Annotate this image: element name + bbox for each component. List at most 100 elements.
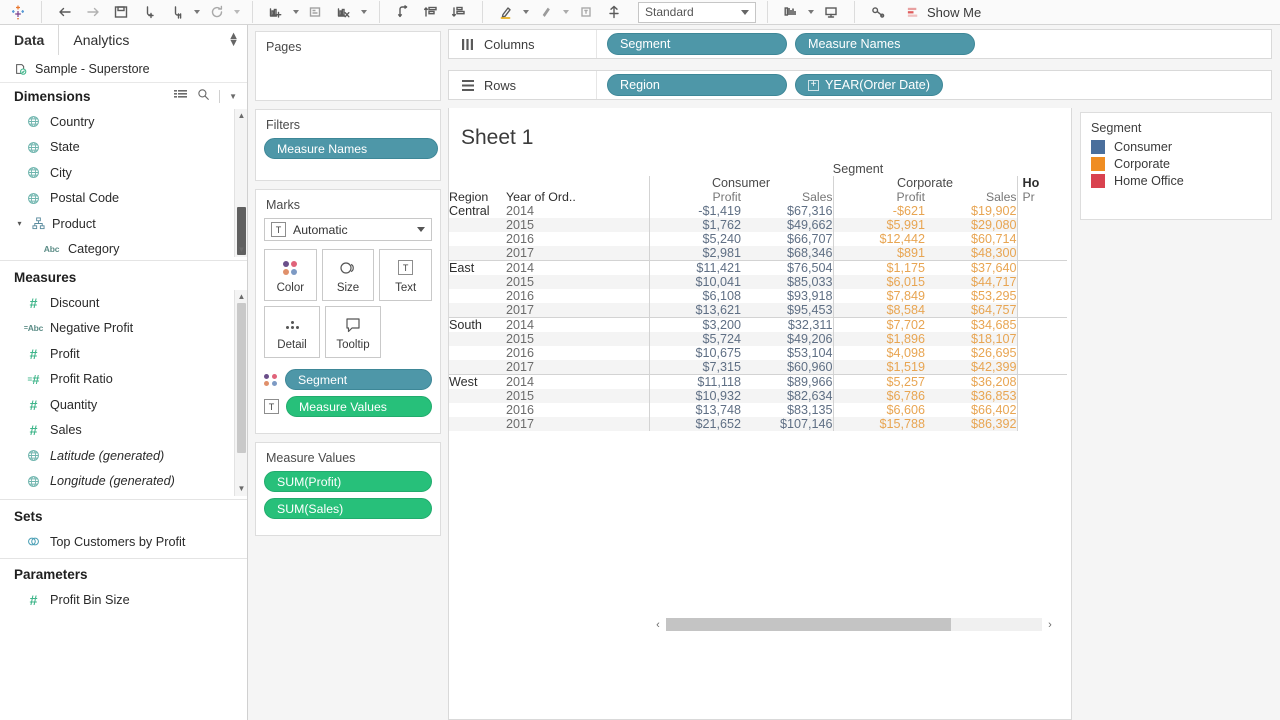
scroll-right-icon[interactable]: › [1042,619,1058,631]
show-mark-labels-icon[interactable] [572,0,600,24]
dimension-field[interactable]: Country [0,109,247,135]
table-row[interactable]: 2017 $13,621 $95,453 $8,584 $64,757 [449,303,1068,318]
text-icon[interactable]: T [264,399,279,414]
marks-type-dropdown[interactable]: T Automatic [264,218,432,241]
column-pill[interactable]: Segment [607,33,787,55]
rows-shelf[interactable]: Rows Region + YEAR(Order Date) [448,70,1272,100]
tableau-logo-icon[interactable] [4,0,32,24]
highlight-chevron-down-icon[interactable] [520,0,532,24]
show-me-button[interactable]: Show Me [906,5,981,20]
filter-pill[interactable]: Measure Names [264,138,438,159]
dimensions-scroll-down-icon[interactable]: ▼ [237,245,246,255]
dimensions-scroll-up-icon[interactable]: ▲ [237,111,246,121]
duplicate-sheet-icon[interactable] [302,0,330,24]
new-worksheet-icon[interactable] [262,0,290,24]
legend-item[interactable]: Consumer [1081,140,1271,157]
measure-header-home-office-profit-clipped[interactable]: Pr [1016,190,1068,204]
dimension-field[interactable]: Postal Code [0,186,247,212]
measure-header-consumer-sales[interactable]: Sales [741,190,833,204]
table-row[interactable]: 2015 $10,041 $85,033 $6,015 $44,717 [449,275,1068,289]
dimension-field[interactable]: City [0,160,247,186]
table-row[interactable]: 2016 $10,675 $53,104 $4,098 $26,695 [449,346,1068,360]
measure-value-pill[interactable]: SUM(Profit) [264,471,432,492]
marks-button-size[interactable]: Size [321,249,375,301]
measure-header-corporate-profit[interactable]: Profit [832,190,925,204]
refresh-chevron-down-icon[interactable] [231,0,243,24]
parameter-field[interactable]: # Profit Bin Size [0,588,247,614]
presentation-mode-icon[interactable] [777,0,805,24]
segment-header-corporate[interactable]: Corporate [832,176,1017,190]
measure-field[interactable]: Latitude (generated) [0,443,247,469]
pause-data-chevron-down-icon[interactable] [191,0,203,24]
refresh-icon[interactable] [203,0,231,24]
new-worksheet-chevron-down-icon[interactable] [290,0,302,24]
measures-scroll-down-icon[interactable]: ▼ [237,484,246,494]
swap-rows-columns-icon[interactable] [389,0,417,24]
table-row[interactable]: East 2014 $11,421 $76,504 $1,175 $37,640 [449,260,1068,275]
row-pill[interactable]: + YEAR(Order Date) [795,74,943,96]
sort-descending-icon[interactable] [445,0,473,24]
marks-button-tooltip[interactable]: Tooltip [325,306,381,358]
legend-item[interactable]: Home Office [1081,174,1271,191]
dim-header-region[interactable]: Region [449,190,506,204]
marks-button-color[interactable]: Color [264,249,317,301]
pause-data-icon[interactable] [163,0,191,24]
tab-data[interactable]: Data [0,25,60,55]
chevron-down-icon[interactable]: ▾ [14,219,25,228]
search-icon[interactable] [197,88,210,104]
measure-field[interactable]: # Profit [0,341,247,367]
table-row[interactable]: 2015 $10,932 $82,634 $6,786 $36,853 [449,389,1068,403]
measures-scroll-up-icon[interactable]: ▲ [237,292,246,302]
dimension-field[interactable]: ▾ Product [0,211,247,237]
back-icon[interactable] [51,0,79,24]
dimension-field[interactable]: State [0,135,247,161]
table-row[interactable]: West 2014 $11,118 $89,966 $5,257 $36,208 [449,374,1068,389]
highlight-icon[interactable] [492,0,520,24]
color-palette-icon[interactable] [264,373,278,386]
grid-view-icon[interactable] [174,89,188,104]
measure-header-corporate-sales[interactable]: Sales [925,190,1017,204]
forward-icon[interactable] [79,0,107,24]
presentation-chevron-down-icon[interactable] [805,0,817,24]
fit-dropdown[interactable]: Standard [638,1,756,23]
segment-header-consumer[interactable]: Consumer [648,176,833,190]
table-row[interactable]: 2016 $13,748 $83,135 $6,606 $66,402 [449,403,1068,417]
measure-field[interactable]: # Quantity [0,392,247,418]
save-icon[interactable] [107,0,135,24]
tab-analytics[interactable]: Analytics [59,25,247,55]
pane-sort-icon[interactable]: ▲ ▼ [228,31,239,49]
share-icon[interactable] [864,0,892,24]
column-pill[interactable]: Measure Names [795,33,975,55]
table-row[interactable]: 2015 $5,724 $49,206 $1,896 $18,107 [449,332,1068,346]
expand-plus-icon[interactable]: + [808,79,819,91]
scroll-track[interactable] [666,618,1042,631]
fix-axes-icon[interactable] [600,0,628,24]
measures-scrollbar[interactable]: ▲ ▼ [234,290,247,496]
table-row[interactable]: 2017 $21,652 $107,146 $15,788 $86,392 [449,417,1068,431]
measure-field[interactable]: = Abc Negative Profit [0,316,247,342]
table-row[interactable]: South 2014 $3,200 $32,311 $7,702 $34,685 [449,317,1068,332]
measure-field[interactable]: # Discount [0,290,247,316]
table-row[interactable]: 2017 $2,981 $68,346 $891 $48,300 [449,246,1068,261]
table-row[interactable]: 2015 $1,762 $49,662 $5,991 $29,080 [449,218,1068,232]
marks-pill[interactable]: Segment [285,369,432,390]
group-members-icon[interactable] [532,0,560,24]
dimension-field[interactable]: Abc Category [0,237,247,258]
datasource-item[interactable]: Sample - Superstore [0,55,247,83]
columns-shelf[interactable]: Columns Segment Measure Names [448,29,1272,59]
sort-ascending-icon[interactable] [417,0,445,24]
scroll-thumb[interactable] [666,618,951,631]
device-preview-icon[interactable] [817,0,845,24]
legend-item[interactable]: Corporate [1081,157,1271,174]
measure-field[interactable]: = # Profit Ratio [0,367,247,393]
clear-sheet-chevron-down-icon[interactable] [358,0,370,24]
table-row[interactable]: 2016 $6,108 $93,918 $7,849 $53,295 [449,289,1068,303]
dimensions-chevron-down-icon[interactable]: ▼ [229,92,237,101]
table-row[interactable]: 2017 $7,315 $60,960 $1,519 $42,399 [449,360,1068,375]
scroll-left-icon[interactable]: ‹ [650,619,666,631]
measure-field[interactable]: Longitude (generated) [0,469,247,495]
add-data-source-icon[interactable] [135,0,163,24]
marks-pill[interactable]: Measure Values [286,396,432,417]
dim-header-year[interactable]: Year of Ord.. [506,190,649,204]
measures-scroll-thumb[interactable] [237,303,246,453]
